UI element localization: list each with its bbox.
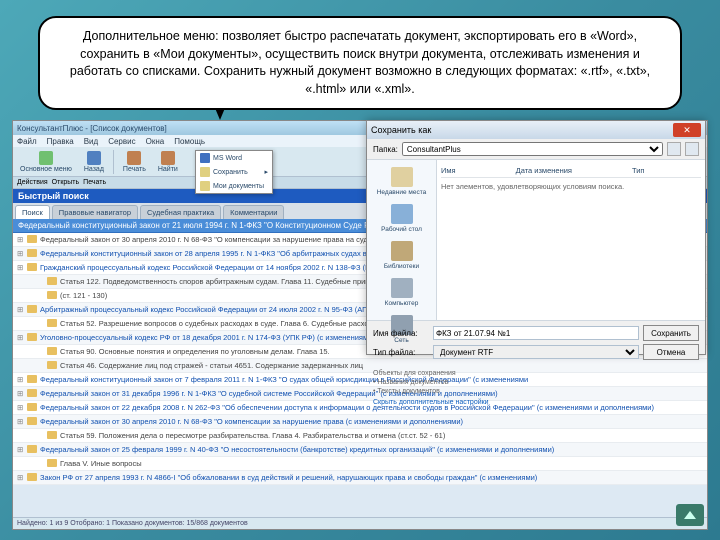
doc-icon — [27, 389, 37, 397]
expand-icon[interactable]: ⊞ — [17, 333, 27, 342]
expand-icon[interactable]: ⊞ — [17, 445, 27, 454]
list-item[interactable]: ⊞ Закон РФ от 27 апреля 1993 г. N 4866-I … — [13, 471, 707, 485]
tab-navigator[interactable]: Правовые навигатор — [52, 205, 138, 219]
item-text: Федеральный закон от 25 февраля 1999 г. … — [40, 445, 703, 454]
tab-court[interactable]: Судебная практика — [140, 205, 221, 219]
tb-mainmenu[interactable]: Основное меню — [17, 150, 75, 174]
expand-icon[interactable]: ⊞ — [17, 375, 27, 384]
expand-icon[interactable]: ⊞ — [17, 235, 27, 244]
col-type[interactable]: Тип — [632, 166, 645, 175]
item-text: Глава V. Иные вопросы — [60, 459, 703, 468]
dd-mydocs[interactable]: Мои документы — [196, 179, 272, 193]
menu-windows[interactable]: Окна — [146, 137, 165, 146]
list-item[interactable]: Глава V. Иные вопросы — [13, 457, 707, 471]
list-item[interactable]: Статья 59. Положения дела о пересмотре р… — [13, 429, 707, 443]
item-text: Федеральный закон от 30 апреля 2010 г. N… — [40, 417, 703, 426]
menu-file[interactable]: Файл — [17, 137, 37, 146]
slide-nav-button[interactable] — [676, 504, 704, 526]
doc-icon — [27, 249, 37, 257]
doc-icon — [27, 235, 37, 243]
expand-icon[interactable]: ⊞ — [17, 417, 27, 426]
dialog-close[interactable]: ✕ — [673, 123, 701, 137]
nav-up-icon[interactable] — [667, 142, 681, 156]
qb-open[interactable]: Открыть — [52, 179, 80, 186]
tb-print[interactable]: Печать — [120, 150, 149, 174]
dialog-main: Имя Дата изменения Тип Нет элементов, уд… — [437, 160, 705, 320]
annotation-callout: Дополнительное меню: позволяет быстро ра… — [38, 16, 682, 110]
doc-icon — [27, 417, 37, 425]
hint-link[interactable]: Скрыть дополнительные настройки — [373, 398, 699, 407]
doc-icon — [27, 473, 37, 481]
nav-new-icon[interactable] — [685, 142, 699, 156]
qb-print[interactable]: Печать — [83, 179, 106, 186]
side-desktop[interactable]: Рабочий стол — [371, 201, 432, 236]
list-item[interactable]: ⊞ Федеральный закон от 30 апреля 2010 г. … — [13, 415, 707, 429]
dialog-filelist: Нет элементов, удовлетворяющих условиям … — [441, 178, 701, 316]
statusbar: Найдено: 1 из 9 Отобрано: 1 Показано док… — [13, 517, 707, 529]
list-item[interactable]: ⊞ Федеральный закон от 25 февраля 1999 г.… — [13, 443, 707, 457]
col-name[interactable]: Имя — [441, 166, 456, 175]
folder-label: Папка: — [373, 145, 398, 154]
dialog-title: Сохранить как — [371, 125, 431, 135]
doc-icon — [47, 291, 57, 299]
item-text: Статья 59. Положения дела о пересмотре р… — [60, 431, 703, 440]
menu-help[interactable]: Помощь — [174, 137, 205, 146]
save-dropdown: MS Word Сохранить▸ Мои документы — [195, 150, 273, 194]
doc-icon — [27, 403, 37, 411]
save-dialog: Сохранить как ✕ Папка: ConsultantPlus Не… — [366, 120, 706, 355]
folder-select[interactable]: ConsultantPlus — [402, 142, 663, 156]
save-button[interactable]: Сохранить — [643, 325, 699, 341]
dd-word[interactable]: MS Word — [196, 151, 272, 165]
expand-icon[interactable]: ⊞ — [17, 389, 27, 398]
menu-edit[interactable]: Правка — [47, 137, 74, 146]
tb-find[interactable]: Найти — [155, 150, 181, 174]
filetype-select[interactable]: Документ RTF — [433, 345, 639, 359]
doc-icon — [47, 361, 57, 369]
item-text: Закон РФ от 27 апреля 1993 г. N 4866-I "… — [40, 473, 703, 482]
doc-icon — [27, 263, 37, 271]
doc-icon — [47, 277, 57, 285]
doc-icon — [47, 319, 57, 327]
doc-icon — [27, 375, 37, 383]
filename-label: Имя файла: — [373, 329, 429, 338]
side-recent[interactable]: Недавние места — [371, 164, 432, 199]
side-libraries[interactable]: Библиотеки — [371, 238, 432, 273]
dialog-sidebar: Недавние места Рабочий стол Библиотеки К… — [367, 160, 437, 320]
tab-comments[interactable]: Комментарии — [223, 205, 284, 219]
expand-icon[interactable]: ⊞ — [17, 249, 27, 258]
menu-service[interactable]: Сервис — [108, 137, 135, 146]
expand-icon[interactable]: ⊞ — [17, 263, 27, 272]
doc-icon — [27, 305, 37, 313]
filename-input[interactable] — [433, 326, 639, 340]
tb-back[interactable]: Назад — [81, 150, 107, 174]
cancel-button[interactable]: Отмена — [643, 344, 699, 360]
doc-icon — [27, 445, 37, 453]
dialog-titlebar: Сохранить как ✕ — [367, 121, 705, 139]
doc-icon — [47, 347, 57, 355]
expand-icon[interactable]: ⊞ — [17, 473, 27, 482]
col-date[interactable]: Дата изменения — [516, 166, 572, 175]
expand-icon[interactable]: ⊞ — [17, 403, 27, 412]
doc-icon — [47, 431, 57, 439]
dialog-footer: Объекты для сохранения • Названия докуме… — [367, 367, 705, 409]
filetype-label: Тип файла: — [373, 348, 429, 357]
menu-view[interactable]: Вид — [84, 137, 98, 146]
expand-icon[interactable]: ⊞ — [17, 305, 27, 314]
tab-search[interactable]: Поиск — [15, 205, 50, 219]
side-computer[interactable]: Компьютер — [371, 275, 432, 310]
doc-icon — [47, 459, 57, 467]
dd-save[interactable]: Сохранить▸ — [196, 165, 272, 179]
doc-icon — [27, 333, 37, 341]
qb-actions[interactable]: Действия — [17, 179, 48, 186]
